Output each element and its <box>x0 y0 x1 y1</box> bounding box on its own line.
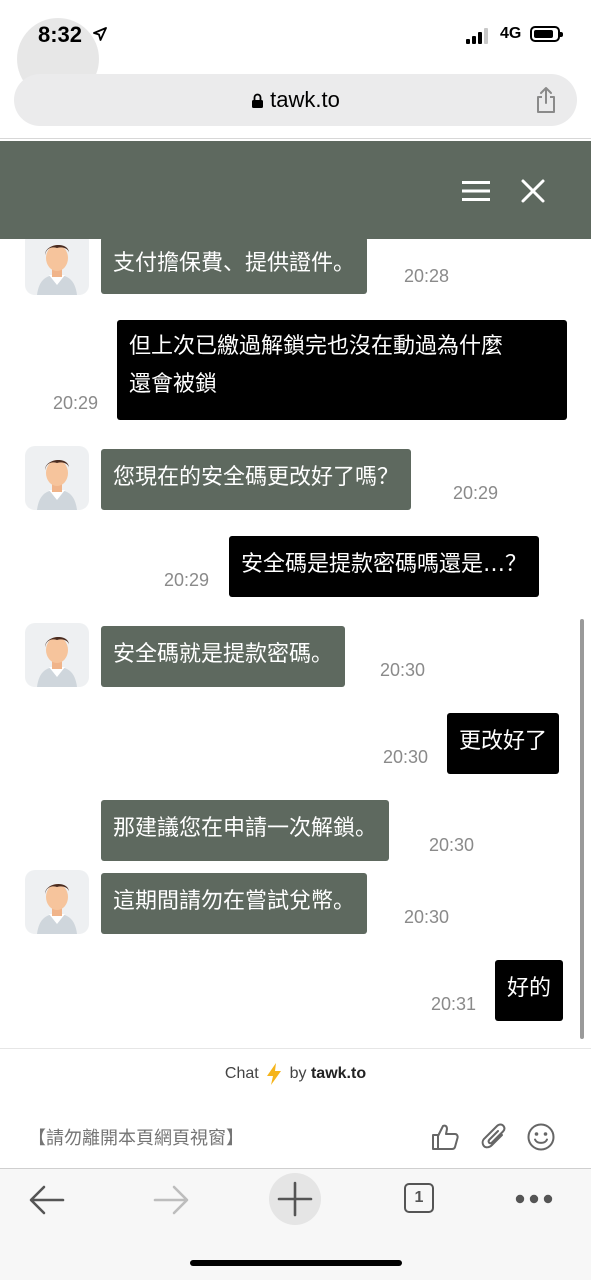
user-message-bubble: 更改好了 <box>447 713 560 774</box>
tab-count: 1 <box>414 1189 424 1206</box>
powered-by-link[interactable]: Chat by tawk.to <box>0 1062 591 1086</box>
home-indicator <box>190 1260 402 1266</box>
message-time: 20:30 <box>429 835 475 855</box>
chat-scrollbar[interactable] <box>580 619 584 1039</box>
thumbs-up-icon[interactable] <box>430 1122 460 1152</box>
message-time: 20:30 <box>383 747 429 767</box>
agent-message-bubble: 安全碼就是提款密碼。 <box>101 626 346 687</box>
divider <box>0 138 591 139</box>
user-message-bubble: 但上次已繳過解鎖完也沒在動過為什麼 還會被鎖 <box>117 320 567 420</box>
agent-avatar <box>25 870 89 934</box>
cellular-signal-icon <box>466 28 492 44</box>
network-type: 4G <box>500 25 522 42</box>
message-time: 20:30 <box>404 907 450 927</box>
message-line: 還會被鎖 <box>129 372 218 397</box>
message-time: 20:29 <box>164 570 210 590</box>
agent-message-bubble: 您現在的安全碼更改好了嗎？ <box>101 449 412 510</box>
by-label: by <box>289 1065 307 1083</box>
menu-icon[interactable] <box>462 180 490 202</box>
agent-avatar <box>25 239 89 295</box>
forward-arrow-icon[interactable] <box>152 1184 190 1216</box>
lock-icon <box>252 93 264 109</box>
paperclip-icon[interactable] <box>480 1122 508 1152</box>
more-options-icon[interactable] <box>514 1193 554 1205</box>
divider <box>0 1048 591 1049</box>
agent-avatar <box>25 446 89 510</box>
agent-message-bubble: 這期間請勿在嘗試兌幣。 <box>101 873 368 934</box>
lightning-bolt-icon <box>267 1063 282 1085</box>
message-line: 但上次已繳過解鎖完也沒在動過為什麼 <box>129 334 504 359</box>
agent-message-bubble: 支付擔保費、提供證件。 <box>101 239 368 294</box>
agent-message-bubble: 那建議您在申請一次解鎖。 <box>101 800 390 861</box>
chat-messages[interactable]: 支付擔保費、提供證件。 20:28 但上次已繳過解鎖完也沒在動過為什麼 還會被鎖… <box>0 239 591 1048</box>
emoji-icon[interactable] <box>526 1122 556 1152</box>
url-text: tawk.to <box>270 87 340 112</box>
user-message-bubble: 安全碼是提款密碼嗎還是…？ <box>229 536 540 597</box>
chat-label: Chat <box>224 1065 259 1083</box>
person-icon <box>37 244 77 295</box>
new-tab-button[interactable] <box>269 1173 321 1225</box>
message-time: 20:31 <box>431 994 477 1014</box>
message-time: 20:29 <box>453 483 499 503</box>
agent-avatar <box>25 623 89 687</box>
status-bar: 8:32 4G <box>0 0 591 100</box>
message-input[interactable] <box>28 1122 408 1154</box>
person-icon <box>37 883 77 934</box>
message-time: 20:30 <box>380 660 426 680</box>
back-arrow-icon[interactable] <box>28 1184 66 1216</box>
chat-header <box>0 141 591 239</box>
location-arrow-icon <box>93 27 107 41</box>
message-time: 20:29 <box>53 393 99 413</box>
person-icon <box>37 459 77 510</box>
battery-icon <box>530 26 563 42</box>
plus-icon <box>277 1181 313 1217</box>
status-time: 8:32 <box>38 22 83 47</box>
user-message-bubble: 好的 <box>495 960 564 1021</box>
brand-name: tawk.to <box>310 1065 367 1083</box>
address-bar[interactable]: tawk.to <box>14 74 577 126</box>
share-icon[interactable] <box>535 86 557 114</box>
person-icon <box>37 636 77 687</box>
close-icon[interactable] <box>520 178 546 204</box>
message-time: 20:28 <box>404 266 450 286</box>
tab-count-button[interactable]: 1 <box>404 1183 434 1213</box>
